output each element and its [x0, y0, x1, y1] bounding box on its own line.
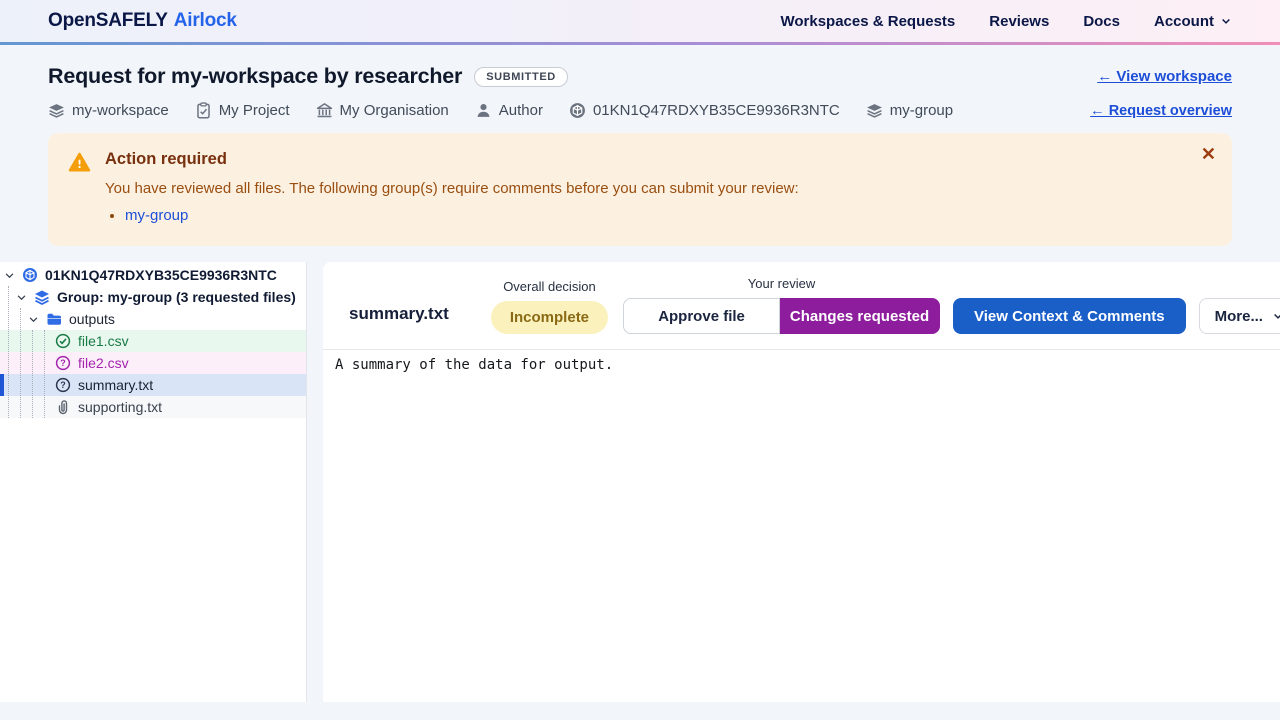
chevron-down-icon: [1272, 310, 1280, 322]
folder-icon: [46, 311, 62, 327]
warning-icon: [68, 151, 91, 174]
tree-file-label: supporting.txt: [78, 399, 162, 415]
cube-icon: [569, 102, 586, 119]
chevron-down-icon: [16, 292, 27, 303]
nav-account-menu[interactable]: Account: [1154, 13, 1232, 30]
tree-node-request-root[interactable]: 01KN1Q47RDXYB35CE9936R3NTC: [0, 264, 306, 286]
meta-organisation-label: My Organisation: [340, 102, 449, 119]
tree-guide-line: [32, 330, 33, 418]
selected-file-name: summary.txt: [349, 304, 449, 324]
overall-decision-label: Overall decision: [503, 279, 596, 294]
request-header: Request for my-workspace by researcher S…: [0, 45, 1280, 119]
review-toggle-group: Approve file Changes requested: [623, 298, 940, 334]
tree-guide-line: [20, 308, 21, 418]
action-required-banner: Action required You have reviewed all fi…: [48, 133, 1232, 246]
app-logo[interactable]: OpenSAFELY Airlock: [48, 10, 237, 32]
tree-file-label: file1.csv: [78, 333, 129, 349]
tree-file-label: file2.csv: [78, 355, 129, 371]
file-content-viewer: A summary of the data for output.: [323, 349, 1280, 702]
page-title: Request for my-workspace by researcher: [48, 64, 462, 89]
close-icon[interactable]: ✕: [1197, 141, 1220, 167]
chevron-down-icon: [4, 270, 15, 281]
layers-icon: [48, 102, 65, 119]
status-badge: SUBMITTED: [474, 67, 568, 87]
meta-project: My Project: [195, 102, 290, 119]
meta-group-label: my-group: [890, 102, 953, 119]
file-detail-header: summary.txt Overall decision Incomplete …: [323, 262, 1280, 349]
request-overview-link[interactable]: ← Request overview: [1090, 103, 1232, 119]
main-nav: Workspaces & Requests Reviews Docs Accou…: [780, 13, 1232, 30]
panel-gutter: [307, 262, 323, 702]
your-review-label: Your review: [748, 276, 815, 291]
brand-primary: OpenSAFELY: [48, 10, 168, 32]
meta-request-id: 01KN1Q47RDXYB35CE9936R3NTC: [569, 102, 840, 119]
tree-file-summary[interactable]: ? summary.txt: [0, 374, 306, 396]
tree-file-label: summary.txt: [78, 377, 153, 393]
workarea: 01KN1Q47RDXYB35CE9936R3NTC Group: my-gro…: [0, 262, 1280, 702]
changes-requested-button[interactable]: Changes requested: [780, 298, 940, 334]
meta-author: Author: [475, 102, 543, 119]
approve-file-button[interactable]: Approve file: [623, 298, 780, 334]
tree-group-label: Group: my-group (3 requested files): [57, 289, 296, 305]
nav-reviews[interactable]: Reviews: [989, 13, 1049, 30]
chevron-down-icon: [1220, 15, 1232, 27]
tree-node-outputs-folder[interactable]: outputs: [0, 308, 306, 330]
clipboard-icon: [195, 102, 212, 119]
tree-folder-label: outputs: [69, 311, 115, 327]
view-workspace-link[interactable]: ← View workspace: [1097, 68, 1232, 85]
layers-icon: [866, 102, 883, 119]
more-menu-button[interactable]: More...: [1199, 298, 1280, 334]
file-detail-panel: summary.txt Overall decision Incomplete …: [323, 262, 1280, 702]
request-meta: my-workspace My Project My Organisation: [48, 102, 1232, 119]
tree-file-file2[interactable]: ? file2.csv: [0, 352, 306, 374]
cube-icon: [22, 267, 38, 283]
meta-organisation: My Organisation: [316, 102, 449, 119]
meta-group: my-group: [866, 102, 953, 119]
overall-decision-block: Overall decision Incomplete: [491, 279, 608, 334]
your-review-block: Your review Approve file Changes request…: [623, 276, 940, 334]
layers-icon: [34, 289, 50, 305]
check-circle-icon: [55, 333, 71, 349]
alert-message: You have reviewed all files. The followi…: [105, 180, 799, 197]
user-icon: [475, 102, 492, 119]
alert-group-item: my-group: [125, 204, 799, 228]
meta-author-label: Author: [499, 102, 543, 119]
question-circle-icon: ?: [55, 377, 71, 393]
svg-text:?: ?: [60, 380, 66, 390]
svg-text:?: ?: [60, 358, 66, 368]
account-label: Account: [1154, 13, 1214, 30]
meta-request-id-label: 01KN1Q47RDXYB35CE9936R3NTC: [593, 102, 840, 119]
tree-file-supporting[interactable]: supporting.txt: [0, 396, 306, 418]
alert-title: Action required: [105, 150, 799, 169]
decision-status-badge: Incomplete: [491, 301, 608, 334]
paperclip-icon: [55, 399, 71, 415]
view-context-comments-button[interactable]: View Context & Comments: [953, 298, 1186, 334]
tree-file-file1[interactable]: file1.csv: [0, 330, 306, 352]
alert-group-list: my-group: [105, 204, 799, 228]
tree-node-group[interactable]: Group: my-group (3 requested files): [0, 286, 306, 308]
nav-workspaces-requests[interactable]: Workspaces & Requests: [780, 13, 955, 30]
navbar: OpenSAFELY Airlock Workspaces & Requests…: [0, 0, 1280, 42]
nav-docs[interactable]: Docs: [1083, 13, 1120, 30]
tree-root-label: 01KN1Q47RDXYB35CE9936R3NTC: [45, 267, 277, 283]
file-tree-sidebar: 01KN1Q47RDXYB35CE9936R3NTC Group: my-gro…: [0, 262, 307, 702]
alert-group-link[interactable]: my-group: [125, 207, 188, 224]
chevron-down-icon: [28, 314, 39, 325]
brand-secondary: Airlock: [174, 10, 237, 32]
more-label: More...: [1215, 308, 1263, 325]
tree-guide-line: [44, 330, 45, 418]
tree-guide-line: [8, 286, 9, 418]
bank-icon: [316, 102, 333, 119]
meta-workspace: my-workspace: [48, 102, 169, 119]
meta-project-label: My Project: [219, 102, 290, 119]
meta-workspace-label: my-workspace: [72, 102, 169, 119]
question-circle-icon: ?: [55, 355, 71, 371]
